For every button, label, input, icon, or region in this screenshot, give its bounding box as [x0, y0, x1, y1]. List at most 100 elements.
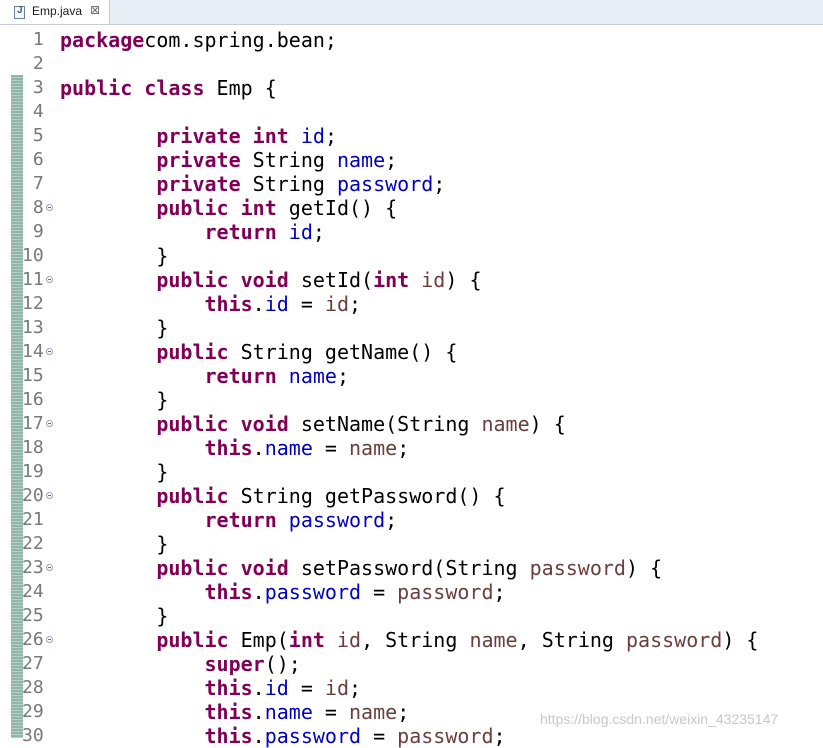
code-line[interactable]: 30 this.password = password; — [0, 724, 823, 748]
code-text: this.password = password; — [60, 580, 506, 604]
code-token: com.spring.bean; — [144, 28, 337, 52]
code-token: ; — [312, 220, 325, 244]
keyword-token: public — [156, 484, 229, 508]
code-line[interactable]: 24 this.password = password; — [0, 580, 823, 604]
field-token: id — [264, 676, 289, 700]
field-token: name — [288, 364, 337, 388]
keyword-token: return — [204, 364, 277, 388]
code-token: String — [240, 148, 337, 172]
code-line[interactable]: 4 — [0, 100, 823, 124]
fold-toggle-icon[interactable] — [46, 564, 53, 571]
keyword-token: this — [204, 700, 253, 724]
keyword-token: this — [204, 724, 253, 748]
code-line[interactable]: 12 this.id = id; — [0, 292, 823, 316]
code-line[interactable]: 13 } — [0, 316, 823, 340]
code-token: = — [361, 580, 398, 604]
code-line[interactable]: 26 public Emp(int id, String name, Strin… — [0, 628, 823, 652]
code-text: this.password = password; — [60, 724, 506, 748]
keyword-token: super — [204, 652, 265, 676]
code-line[interactable]: 23 public void setPassword(String passwo… — [0, 556, 823, 580]
keyword-token: void — [240, 412, 289, 436]
param-token: name — [349, 700, 398, 724]
field-token: id — [288, 220, 313, 244]
code-text: private int id; — [60, 124, 337, 148]
code-line[interactable]: 8 public int getId() { — [0, 196, 823, 220]
tab-emp-java[interactable]: Emp.java ⊠ — [0, 0, 110, 24]
code-text: public int getId() { — [60, 196, 397, 220]
code-line[interactable]: 22 } — [0, 532, 823, 556]
code-line[interactable]: 16 } — [0, 388, 823, 412]
code-line[interactable]: 2 — [0, 52, 823, 76]
code-token: } — [60, 244, 169, 268]
keyword-token: public — [156, 412, 229, 436]
line-number: 30 — [22, 725, 44, 746]
code-line[interactable]: 18 this.name = name; — [0, 436, 823, 460]
field-token: id — [264, 292, 289, 316]
fold-toggle-icon[interactable] — [46, 492, 53, 499]
fold-toggle-icon[interactable] — [46, 420, 53, 427]
code-line[interactable]: 25 } — [0, 604, 823, 628]
keyword-token: class — [144, 76, 205, 100]
code-editor[interactable]: 1 packagecom.spring.bean; 2 3 public class… — [0, 28, 823, 748]
code-token: . — [252, 436, 265, 460]
code-line[interactable]: 15 return name; — [0, 364, 823, 388]
line-number: 11 — [22, 269, 44, 290]
code-text: } — [60, 244, 168, 268]
keyword-token: private — [156, 172, 241, 196]
editor-tab-bar: Emp.java ⊠ — [0, 0, 823, 25]
param-token: password — [397, 724, 494, 748]
keyword-token: return — [204, 220, 277, 244]
fold-toggle-icon[interactable] — [46, 204, 53, 211]
code-line[interactable]: 1 packagecom.spring.bean; — [0, 28, 823, 52]
code-line[interactable]: 17 public void setName(String name) { — [0, 412, 823, 436]
param-token: id — [324, 676, 350, 700]
code-token: ) { — [529, 412, 566, 436]
line-number: 12 — [22, 293, 44, 314]
code-text: } — [60, 388, 168, 412]
code-line[interactable]: 6 private String name; — [0, 148, 823, 172]
keyword-token: public — [60, 76, 133, 100]
code-token: ) { — [625, 556, 663, 580]
code-token: ; — [385, 148, 398, 172]
fold-toggle-icon[interactable] — [46, 348, 53, 355]
fold-toggle-icon[interactable] — [46, 276, 53, 283]
line-number: 17 — [22, 413, 44, 434]
code-text: public String getName() { — [60, 340, 457, 364]
keyword-token: void — [240, 268, 289, 292]
code-line[interactable]: 10 } — [0, 244, 823, 268]
code-line[interactable]: 11 public void setId(int id) { — [0, 268, 823, 292]
code-token: String — [240, 172, 337, 196]
code-line[interactable]: 5 private int id; — [0, 124, 823, 148]
line-number: 15 — [22, 365, 44, 386]
code-line[interactable]: 19 } — [0, 460, 823, 484]
code-token: ; — [349, 676, 362, 700]
keyword-token: private — [156, 124, 241, 148]
line-number: 13 — [22, 317, 44, 338]
close-icon[interactable]: ⊠ — [90, 3, 100, 17]
code-line[interactable]: 3 public class Emp { — [0, 76, 823, 100]
code-line[interactable]: 28 this.id = id; — [0, 676, 823, 700]
code-token: , String — [517, 628, 626, 652]
code-text: } — [60, 532, 168, 556]
code-line[interactable]: 9 return id; — [0, 220, 823, 244]
code-line[interactable]: 21 return password; — [0, 508, 823, 532]
fold-toggle-icon[interactable] — [46, 636, 53, 643]
code-line[interactable]: 27 super(); — [0, 652, 823, 676]
code-token: . — [252, 676, 265, 700]
code-text: this.name = name; — [60, 436, 410, 460]
code-line[interactable]: 20 public String getPassword() { — [0, 484, 823, 508]
java-file-icon — [14, 5, 25, 19]
code-line[interactable]: 7 private String password; — [0, 172, 823, 196]
line-number: 18 — [22, 437, 44, 458]
code-line[interactable]: 14 public String getName() { — [0, 340, 823, 364]
param-token: name — [469, 628, 518, 652]
